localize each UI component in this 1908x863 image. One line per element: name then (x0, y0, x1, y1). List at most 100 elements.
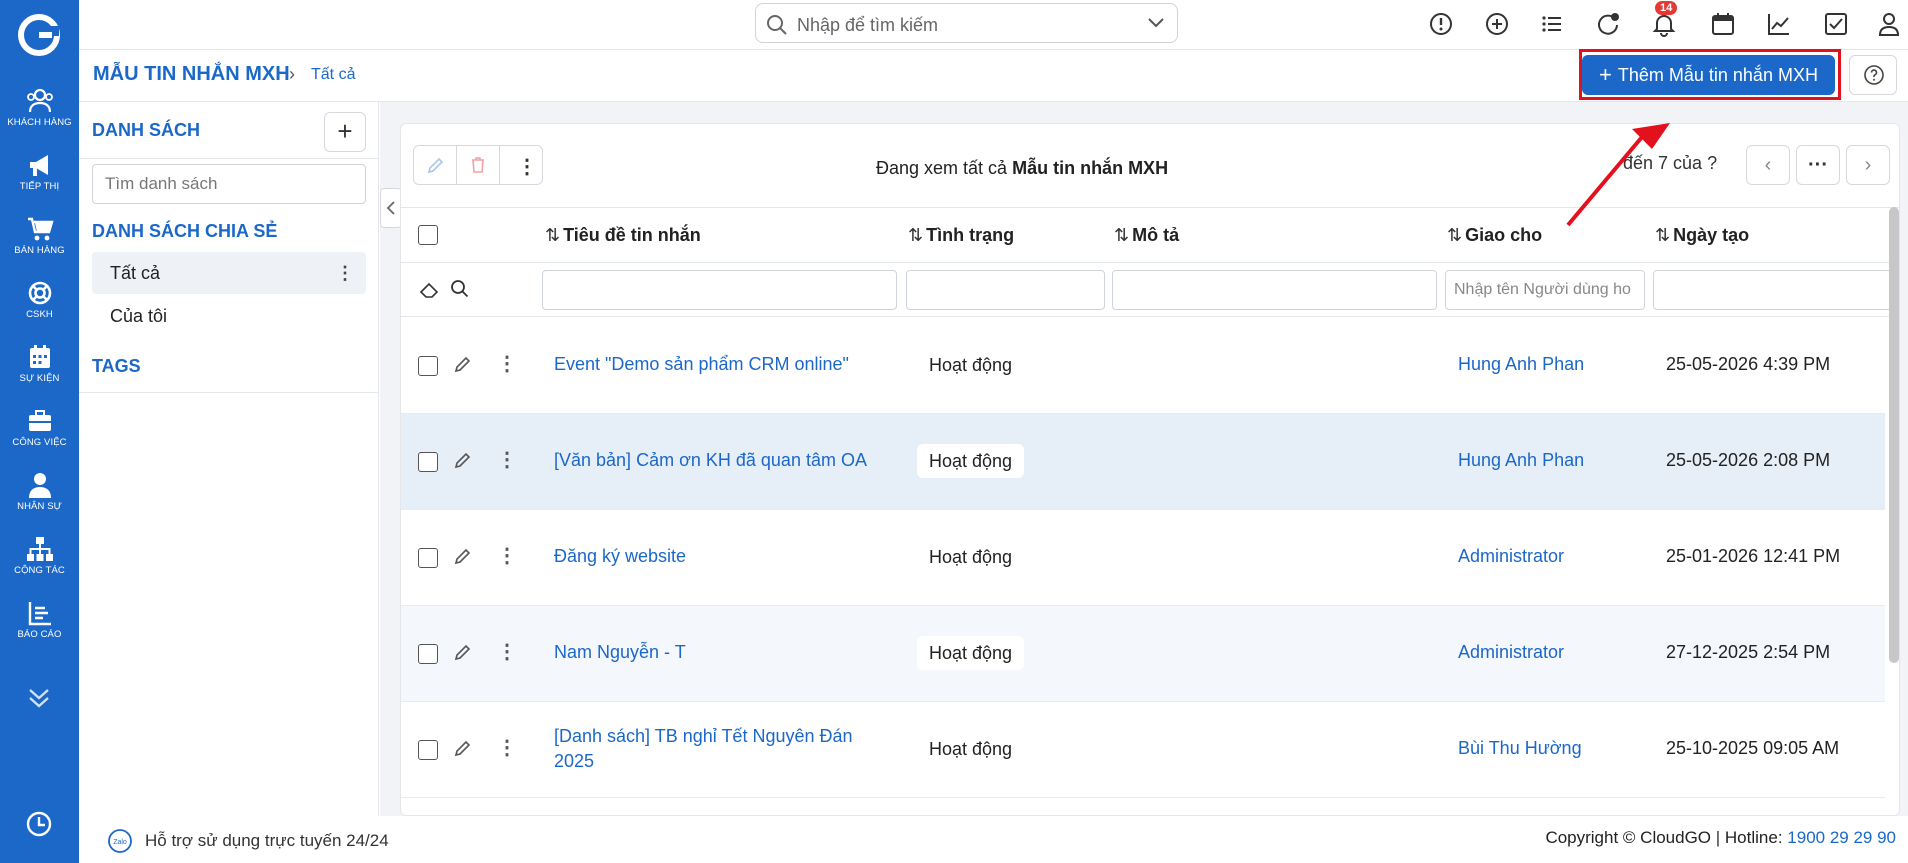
nav-item-tasks[interactable]: CÔNG VIỆC (0, 408, 79, 448)
calendar-icon[interactable] (1710, 11, 1736, 37)
double-chevron-down-icon[interactable] (26, 686, 52, 710)
row-title-link[interactable]: [Văn bản] Cảm ơn KH đã quan tâm OA (554, 450, 867, 471)
collapse-sidebar-button[interactable] (380, 188, 402, 228)
edit-button[interactable] (414, 146, 457, 184)
divider (79, 158, 378, 159)
row-kebab-icon[interactable]: ⋮ (497, 543, 517, 568)
row-title-link[interactable]: Event "Demo sản phẩm CRM online" (554, 354, 849, 375)
add-template-button[interactable]: + Thêm Mẫu tin nhắn MXH (1582, 55, 1835, 95)
pencil-icon (427, 157, 444, 174)
page-title[interactable]: MẪU TIN NHẮN MXH (93, 63, 290, 86)
select-all-checkbox[interactable] (418, 225, 438, 245)
assignee-filter-input[interactable]: Nhập tên Người dùng ho (1445, 270, 1645, 310)
shared-list-title: DANH SÁCH CHIA SẺ (92, 221, 278, 241)
row-checkbox[interactable] (418, 452, 438, 472)
row-checkbox[interactable] (418, 644, 438, 664)
nav-item-marketing[interactable]: TIẾP THỊ (0, 152, 79, 192)
pencil-icon[interactable] (453, 642, 473, 662)
row-checkbox[interactable] (418, 740, 438, 760)
row-checkbox[interactable] (418, 356, 438, 376)
column-description[interactable]: ⇅ Mô tả (1114, 225, 1179, 246)
nav-item-reports[interactable]: BÁO CÁO (0, 600, 79, 640)
nav-item-events[interactable]: SỰ KIỆN (0, 344, 79, 384)
title-filter-input[interactable] (542, 270, 897, 310)
footer: Zalo Hỗ trợ sử dụng trực tuyến 24/24 Cop… (79, 816, 1908, 863)
row-created: 25-10-2025 09:05 AM (1666, 738, 1840, 758)
column-title[interactable]: ⇅ Tiêu đề tin nhắn (545, 225, 701, 246)
table-row[interactable]: ⋮ Event "Demo sản phẩm CRM online" Hoạt … (401, 318, 1885, 414)
nav-item-customers[interactable]: KHÁCH HÀNG (0, 88, 79, 128)
row-kebab-icon[interactable]: ⋮ (497, 351, 517, 376)
nav-item-hr[interactable]: NHÂN SỰ (0, 472, 79, 512)
hotline-number[interactable]: 1900 29 29 90 (1787, 828, 1896, 847)
eraser-icon[interactable] (419, 280, 441, 300)
column-status[interactable]: ⇅ Tình trạng (908, 225, 1014, 246)
column-assignee[interactable]: ⇅ Giao cho (1447, 225, 1542, 246)
search-icon[interactable] (450, 279, 470, 299)
zalo-icon[interactable]: Zalo (107, 828, 133, 854)
status-badge: Hoạt động (917, 636, 1025, 670)
top-bar: Nhập để tìm kiếm (79, 0, 1908, 50)
pencil-icon[interactable] (453, 450, 473, 470)
row-assignee-link[interactable]: Administrator (1458, 546, 1564, 567)
page-more-button[interactable]: ··· (1796, 145, 1840, 185)
table-row[interactable]: ⋮ [Danh sách] TB nghỉ Tết Nguyên Đán 202… (401, 702, 1885, 798)
status-filter-input[interactable] (906, 270, 1105, 310)
delete-button[interactable] (457, 146, 500, 184)
row-title-link[interactable]: [Danh sách] TB nghỉ Tết Nguyên Đán (554, 726, 853, 747)
checkbox-icon[interactable] (1823, 11, 1849, 37)
svg-text:Zalo: Zalo (113, 839, 127, 846)
pencil-icon[interactable] (453, 738, 473, 758)
vertical-scrollbar[interactable] (1889, 207, 1899, 663)
table-row[interactable]: ⋮ Nam Nguyễn - T Hoạt động Administrator… (401, 606, 1885, 702)
list-icon[interactable] (1539, 11, 1565, 37)
user-icon[interactable] (1876, 11, 1902, 37)
cloudgo-logo-icon[interactable] (18, 14, 60, 56)
row-title-link-line2[interactable]: 2025 (554, 751, 594, 772)
next-page-button[interactable]: › (1846, 145, 1890, 185)
list-search-input[interactable]: Tìm danh sách (92, 164, 366, 204)
row-assignee-link[interactable]: Hung Anh Phan (1458, 354, 1584, 375)
row-checkbox[interactable] (418, 548, 438, 568)
copyright: Copyright © CloudGO | Hotline: 1900 29 2… (1545, 828, 1896, 847)
alert-circle-icon[interactable] (1428, 11, 1454, 37)
row-kebab-icon[interactable]: ⋮ (497, 447, 517, 472)
refresh-badge-icon[interactable] (1595, 11, 1621, 37)
row-title-link[interactable]: Nam Nguyễn - T (554, 642, 686, 663)
more-actions-button[interactable]: ⋮ (500, 146, 543, 184)
sort-icon: ⇅ (1114, 225, 1130, 245)
table-row[interactable]: ⋮ Đăng ký website Hoạt động Administrato… (401, 510, 1885, 606)
nav-item-support[interactable]: CSKH (0, 280, 79, 320)
nav-item-collaboration[interactable]: CỘNG TÁC (0, 536, 79, 576)
table-row[interactable]: ⋮ [Văn bản] Cảm ơn KH đã quan tâm OA Hoạ… (401, 414, 1885, 510)
list-sidebar: DANH SÁCH + Tìm danh sách DANH SÁCH CHIA… (79, 102, 379, 816)
add-list-button[interactable]: + (324, 112, 366, 152)
org-chart-icon (26, 537, 53, 561)
nav-item-sales[interactable]: BÁN HÀNG (0, 216, 79, 256)
row-title-link[interactable]: Đăng ký website (554, 546, 686, 567)
row-assignee-link[interactable]: Administrator (1458, 642, 1564, 663)
sidebar-item-all[interactable]: Tất cả ⋮ (92, 252, 366, 294)
chevron-down-icon[interactable] (1147, 16, 1165, 30)
prev-page-button[interactable]: ‹ (1746, 145, 1790, 185)
help-button[interactable] (1849, 55, 1897, 95)
sidebar-item-label: Của tôi (110, 306, 168, 326)
pencil-icon[interactable] (453, 546, 473, 566)
pencil-icon[interactable] (453, 354, 473, 374)
row-kebab-icon[interactable]: ⋮ (497, 639, 517, 664)
support-text[interactable]: Hỗ trợ sử dụng trực tuyến 24/24 (145, 831, 389, 851)
history-icon[interactable] (25, 810, 53, 838)
sidebar-item-mine[interactable]: Của tôi (92, 295, 366, 337)
row-assignee-link[interactable]: Bùi Thu Hường (1458, 738, 1582, 759)
kebab-menu-icon[interactable]: ⋮ (336, 252, 354, 294)
description-filter-input[interactable] (1112, 270, 1437, 310)
column-header-label: Tình trạng (926, 225, 1015, 245)
breadcrumb[interactable]: Tất cả (311, 66, 355, 84)
row-assignee-link[interactable]: Hung Anh Phan (1458, 450, 1584, 471)
global-search-input[interactable]: Nhập để tìm kiếm (755, 3, 1178, 43)
add-circle-icon[interactable] (1484, 11, 1510, 37)
line-chart-icon[interactable] (1766, 11, 1792, 37)
page-total-unknown[interactable]: ? (1707, 153, 1717, 173)
created-filter-input[interactable] (1653, 270, 1899, 310)
row-kebab-icon[interactable]: ⋮ (497, 735, 517, 760)
